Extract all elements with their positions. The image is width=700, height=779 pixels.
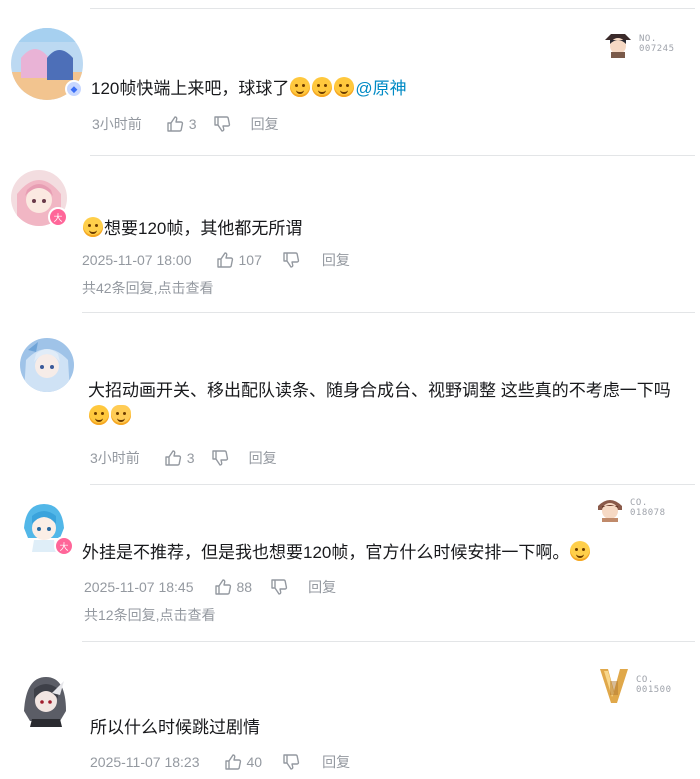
comment-item: 大 想要120帧，其他都无所谓 2025-11-07 18:00 107 回复 … <box>0 160 700 310</box>
comment-text: 大招动画开关、移出配队读条、随身合成台、视野调整 这些真的不考虑一下吗 <box>88 378 688 430</box>
view-replies-link[interactable]: 点击查看 <box>159 607 215 623</box>
avatar[interactable] <box>20 671 70 727</box>
medal-label: CO. <box>630 498 648 508</box>
thumbs-down-icon <box>283 252 299 268</box>
timestamp: 3小时前 <box>90 450 140 466</box>
thumbs-down-icon <box>283 754 300 770</box>
sub-reply-summary: 共12条回复,点击查看 <box>84 605 215 625</box>
character-medal-icon <box>605 34 631 58</box>
fan-medal: CO. 001500 <box>596 665 672 705</box>
comment-text: 想要120帧，其他都无所谓 <box>82 216 302 242</box>
like-count: 3 <box>188 116 197 132</box>
avatar-image <box>20 671 70 727</box>
comment-meta: 2025-11-07 18:00 107 回复 <box>82 250 350 270</box>
medal-label: CO. <box>636 675 654 685</box>
comment-item: 大 CO. 018078 外挂是不推荐，但是我也想要120帧，官方什么时候安排一… <box>0 488 700 638</box>
reply-button[interactable]: 回复 <box>322 752 350 772</box>
comment-text: 所以什么时候跳过剧情 <box>90 718 260 737</box>
medal-number: 007245 <box>639 44 675 54</box>
sub-reply-summary: 共42条回复,点击查看 <box>82 278 213 298</box>
dislike-button[interactable] <box>282 753 300 771</box>
sweat-emoji-icon <box>290 77 311 97</box>
thumbs-up-icon <box>214 579 231 595</box>
comment-meta: 2025-11-07 18:23 40 回复 <box>90 752 350 772</box>
dislike-button[interactable] <box>270 578 288 596</box>
like-count: 3 <box>186 450 195 466</box>
character-medal-icon <box>598 500 622 522</box>
avatar[interactable]: ◆ <box>11 28 83 100</box>
vip-badge-icon: 大 <box>48 207 68 227</box>
dislike-button[interactable] <box>213 115 231 133</box>
comment-meta: 3小时前 3 回复 <box>92 114 279 134</box>
avatar[interactable]: 大 <box>11 170 68 227</box>
sweat-emoji-icon <box>334 77 355 97</box>
like-button[interactable]: 3 <box>164 449 195 467</box>
divider <box>82 312 695 313</box>
fan-medal: NO. 007245 <box>601 30 675 58</box>
sub-reply-count: 共12条回复, <box>84 607 160 623</box>
divider <box>82 641 695 642</box>
dislike-button[interactable] <box>211 449 229 467</box>
avatar-image <box>20 338 74 392</box>
medal-label: NO. <box>639 34 657 44</box>
comment-item: 大招动画开关、移出配队读条、随身合成台、视野调整 这些真的不考虑一下吗 3小时前… <box>0 320 700 480</box>
sweat-emoji-icon <box>312 77 333 97</box>
thumbs-up-icon <box>165 450 181 466</box>
fan-medal: CO. 018078 <box>594 494 666 522</box>
reply-button[interactable]: 回复 <box>251 114 279 134</box>
vip-badge-icon: 大 <box>54 536 74 556</box>
like-button[interactable]: 40 <box>224 753 263 771</box>
comment-text: 120帧快端上来吧，球球了 @原神 <box>91 77 407 98</box>
sub-reply-count: 共42条回复, <box>82 280 158 296</box>
comment-item: CO. 001500 所以什么时候跳过剧情 2025-11-07 18:23 4… <box>0 645 700 779</box>
thumbs-down-icon <box>271 579 288 595</box>
comment-meta: 3小时前 3 回复 <box>90 448 277 468</box>
avatar[interactable]: 大 <box>16 498 74 556</box>
like-count: 40 <box>246 754 263 770</box>
reply-button[interactable]: 回复 <box>249 448 277 468</box>
avatar[interactable] <box>20 338 74 392</box>
like-button[interactable]: 88 <box>214 578 253 596</box>
thumbs-up-icon <box>224 754 241 770</box>
timestamp: 2025-11-07 18:45 <box>84 579 194 595</box>
sweat-emoji-icon <box>89 405 109 425</box>
timestamp: 3小时前 <box>92 116 142 132</box>
thumbs-up-icon <box>216 252 233 268</box>
comment-text: 外挂是不推荐，但是我也想要120帧，官方什么时候安排一下啊。 <box>82 540 591 566</box>
medal-number: 001500 <box>636 685 672 695</box>
divider <box>90 155 695 156</box>
like-button[interactable]: 107 <box>216 251 262 269</box>
medal-number: 018078 <box>630 508 666 518</box>
view-replies-link[interactable]: 点击查看 <box>157 280 213 296</box>
like-button[interactable]: 3 <box>166 115 197 133</box>
divider <box>90 484 695 485</box>
thumbs-down-icon <box>211 450 228 466</box>
comment-item: ◆ NO. 007245 120帧快端上来吧，球球了 @原神 3小时前 3 回复 <box>0 0 700 150</box>
timestamp: 2025-11-07 18:23 <box>90 754 200 770</box>
v-medal-icon <box>600 669 628 703</box>
dislike-button[interactable] <box>282 251 300 269</box>
like-count: 107 <box>238 252 262 268</box>
reply-button[interactable]: 回复 <box>308 577 336 597</box>
angry-emoji-icon <box>83 217 103 237</box>
comment-meta: 2025-11-07 18:45 88 回复 <box>84 577 336 597</box>
like-count: 88 <box>236 579 253 595</box>
verified-badge-icon: ◆ <box>65 80 83 98</box>
cat-emoji-icon <box>111 405 131 425</box>
angry-emoji-icon <box>570 541 591 561</box>
thumbs-up-icon <box>167 116 183 132</box>
timestamp: 2025-11-07 18:00 <box>82 252 192 268</box>
reply-button[interactable]: 回复 <box>322 250 350 270</box>
thumbs-down-icon <box>213 116 230 132</box>
mention-link[interactable]: @原神 <box>355 79 406 98</box>
